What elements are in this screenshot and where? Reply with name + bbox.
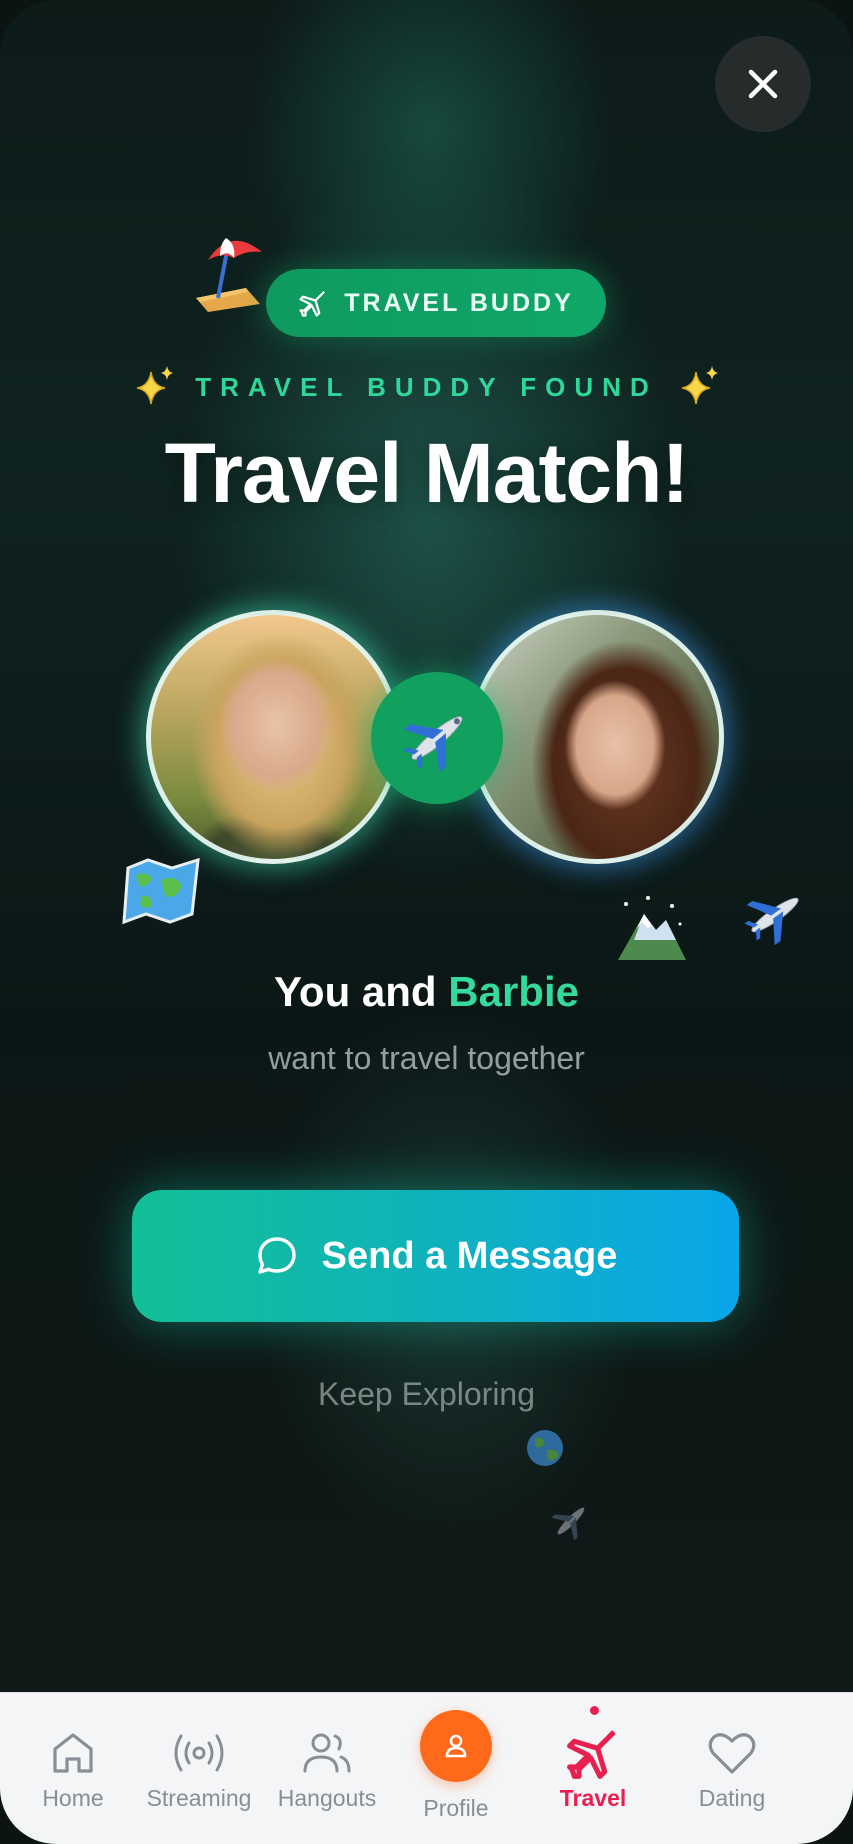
- heart-icon: [708, 1733, 756, 1774]
- badge-label: TRAVEL BUDDY: [344, 288, 574, 317]
- close-button[interactable]: [715, 36, 811, 132]
- match-name: Barbie: [448, 968, 579, 1015]
- profile-bubble: [420, 1710, 492, 1782]
- tab-streaming[interactable]: Streaming: [134, 1725, 264, 1812]
- tab-label: Streaming: [146, 1785, 252, 1811]
- match-line: You and Barbie: [0, 968, 853, 1016]
- eyebrow: TRAVEL BUDDY FOUND: [0, 364, 853, 410]
- keep-exploring-link[interactable]: Keep Exploring: [0, 1376, 853, 1413]
- active-tab-indicator: [590, 1706, 599, 1715]
- world-map-icon: [122, 857, 200, 925]
- tab-label: Travel: [559, 1785, 627, 1811]
- tab-dating[interactable]: Dating: [667, 1725, 797, 1812]
- broadcast-icon: [174, 1734, 224, 1772]
- home-icon: [53, 1733, 93, 1773]
- travel-match-screen: TRAVEL BUDDY TRAVEL BUDDY FOUND Travel M…: [0, 0, 853, 1844]
- chat-bubble-icon: [257, 1237, 296, 1274]
- match-subtitle: want to travel together: [268, 1040, 585, 1076]
- sparkles-icon: [681, 366, 718, 405]
- beach-umbrella-icon: [196, 238, 262, 312]
- send-message-button[interactable]: Send a Message: [132, 1190, 739, 1322]
- user-icon: [445, 1734, 467, 1758]
- tab-label: Profile: [423, 1795, 489, 1821]
- sparkles-icon: [137, 366, 174, 405]
- airplane-icon: [551, 1507, 585, 1541]
- travel-buddy-badge: TRAVEL BUDDY: [266, 269, 606, 337]
- send-message-label: Send a Message: [321, 1234, 618, 1277]
- plane-icon: [299, 290, 326, 317]
- page-title: Travel Match!: [164, 426, 690, 520]
- tab-travel[interactable]: Travel: [528, 1725, 658, 1812]
- tab-profile[interactable]: Profile: [391, 1710, 521, 1822]
- tab-home[interactable]: Home: [8, 1725, 138, 1812]
- eyebrow-label: TRAVEL BUDDY FOUND: [195, 371, 658, 402]
- airplane-icon: [744, 897, 799, 946]
- user-avatar-left: [146, 610, 400, 864]
- tab-label: Dating: [698, 1785, 766, 1811]
- bottom-tab-bar: Home Streaming Hangouts Profile Travel D…: [0, 1692, 853, 1844]
- users-icon: [303, 1733, 351, 1773]
- match-prefix: You and: [274, 968, 437, 1015]
- plane-icon: [567, 1730, 616, 1779]
- tab-label: Hangouts: [277, 1785, 377, 1811]
- match-plane-badge: [371, 672, 503, 804]
- airplane-icon: [403, 716, 463, 773]
- globe-icon: [527, 1430, 563, 1466]
- snow-mountain-icon: [618, 896, 686, 960]
- close-icon: [748, 69, 778, 99]
- tab-label: Home: [42, 1785, 104, 1811]
- match-avatar-right: [470, 610, 724, 864]
- tab-hangouts[interactable]: Hangouts: [262, 1725, 392, 1812]
